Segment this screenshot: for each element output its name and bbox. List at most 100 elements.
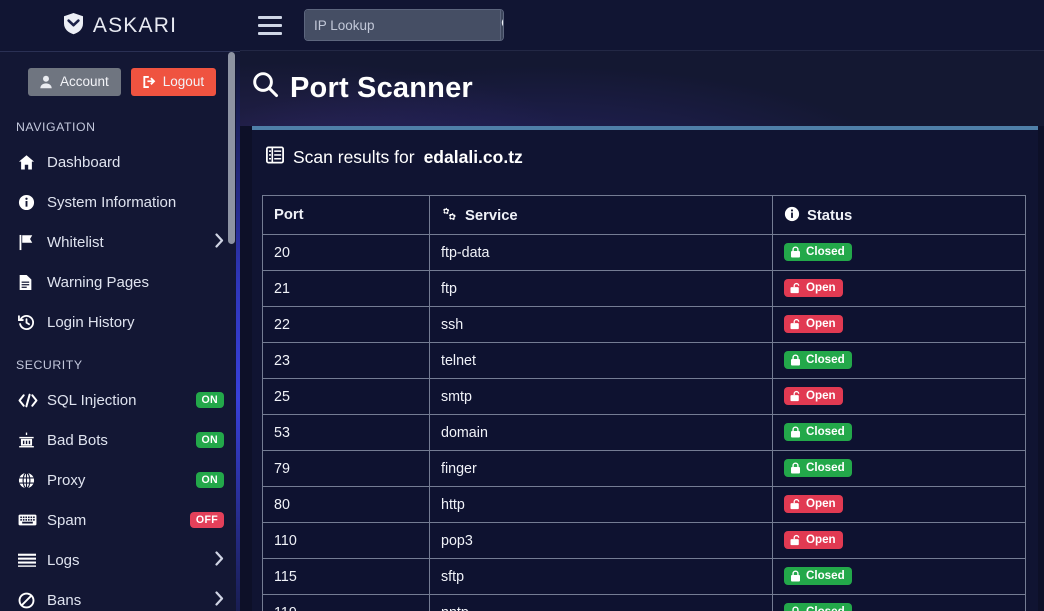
hamburger-icon[interactable] [258,15,282,35]
sidebar-item-system-information[interactable]: System Information [0,182,240,222]
account-button-label: Account [60,74,109,90]
status-badge: Closed [784,567,852,585]
search-icon [501,16,503,35]
column-header-service-label: Service [465,207,518,224]
history-icon [18,314,42,331]
bars-icon [18,553,42,567]
search-button[interactable] [500,10,503,40]
sidebar: ASKARI Account Logout NAVIGATION Dashboa… [0,0,240,611]
sidebar-item-login-history[interactable]: Login History [0,302,240,342]
keyboard-icon [18,513,42,527]
status-badge: Open [784,531,843,549]
cell-service: domain [429,414,773,451]
cell-port: 22 [262,306,430,343]
cell-port: 20 [262,234,430,271]
main-content: Port Scanner Scan results for edalali.co… [240,0,1044,611]
cell-port: 53 [262,414,430,451]
cell-port: 80 [262,486,430,523]
sidebar-item-label: Bans [47,591,82,609]
page-title-text: Port Scanner [290,72,473,104]
cell-status: Open [772,270,1026,307]
spam-toggle-badge[interactable]: OFF [189,511,224,529]
search-icon [252,71,279,106]
proxy-toggle-badge[interactable]: ON [195,471,224,489]
cell-service: finger [429,450,773,487]
sidebar-item-sql-injection[interactable]: SQL Injection ON [0,380,240,420]
sidebar-item-label: Spam [47,511,87,529]
sidebar-item-label: Bad Bots [47,431,108,449]
info-icon [784,206,800,222]
sidebar-item-bad-bots[interactable]: Bad Bots ON [0,420,240,460]
sidebar-item-label: Dashboard [47,153,121,171]
status-badge: Closed [784,423,852,441]
lock-open-icon [790,282,801,294]
table-row: 23 telnet Closed [262,342,1026,379]
sidebar-item-bans[interactable]: Bans [0,580,240,611]
status-badge-label: Open [806,281,836,295]
bad-bots-toggle-badge[interactable]: ON [195,431,224,449]
status-badge: Open [784,495,843,513]
column-header-status-label: Status [807,208,853,224]
sidebar-item-dashboard[interactable]: Dashboard [0,142,240,182]
column-header-service[interactable]: Service [429,195,773,235]
status-badge-label: Closed [806,245,845,259]
status-badge-label: Open [806,317,836,331]
status-badge-label: Closed [806,353,845,367]
brand-name: ASKARI [92,13,178,37]
lock-closed-icon [790,426,801,438]
table-row: 80 http Open [262,486,1026,523]
status-badge: Closed [784,603,852,611]
cell-service: smtp [429,378,773,415]
lock-open-icon [790,498,801,510]
cell-status: Open [772,306,1026,343]
status-badge: Closed [784,351,852,369]
status-badge: Closed [784,243,852,261]
sidebar-item-proxy[interactable]: Proxy ON [0,460,240,500]
lock-closed-icon [790,606,801,611]
chevron-right-icon [215,590,224,610]
sidebar-item-label: Logs [47,551,80,569]
sidebar-scrollbar[interactable] [228,52,235,244]
sidebar-item-spam[interactable]: Spam OFF [0,500,240,540]
cell-status: Closed [772,558,1026,595]
logout-icon [142,75,156,89]
status-badge: Open [784,387,843,405]
cell-service: ftp-data [429,234,773,271]
status-badge-label: Closed [806,461,845,475]
lock-closed-icon [790,354,801,366]
status-badge-label: Open [806,389,836,403]
sidebar-item-label: Whitelist [47,233,104,251]
table-body: 20 ftp-data Closed 21 ftp Open 22 ssh Open 23 teln… [262,234,1026,611]
cell-status: Closed [772,234,1026,271]
table-row: 25 smtp Open [262,378,1026,415]
target-host: edalali.co.tz [423,147,523,167]
brand[interactable]: ASKARI [0,0,240,51]
logout-button[interactable]: Logout [130,68,217,96]
account-button[interactable]: Account [28,68,121,96]
chevron-right-icon [215,232,224,252]
sidebar-item-label: System Information [47,193,177,211]
cell-port: 21 [262,270,430,307]
search-input[interactable] [305,10,500,40]
code-icon [18,393,42,408]
cell-service: telnet [429,342,773,379]
status-badge: Closed [784,459,852,477]
port-scan-table: Port Service Status 20 ftp-data Closed 2… [262,195,1026,611]
cell-port: 25 [262,378,430,415]
cell-status: Open [772,522,1026,559]
cell-service: sftp [429,558,773,595]
sidebar-item-logs[interactable]: Logs [0,540,240,580]
column-header-port[interactable]: Port [262,195,430,235]
sidebar-item-label: SQL Injection [47,391,137,409]
cell-port: 110 [262,522,430,559]
table-row: 21 ftp Open [262,270,1026,307]
cell-status: Closed [772,594,1026,611]
column-header-status[interactable]: Status [772,195,1026,235]
info-icon [18,194,42,211]
sidebar-item-warning-pages[interactable]: Warning Pages [0,262,240,302]
globe-icon [18,471,42,489]
lock-open-icon [790,390,801,402]
cell-port: 115 [262,558,430,595]
sidebar-item-whitelist[interactable]: Whitelist [0,222,240,262]
sql-injection-toggle-badge[interactable]: ON [195,391,224,409]
